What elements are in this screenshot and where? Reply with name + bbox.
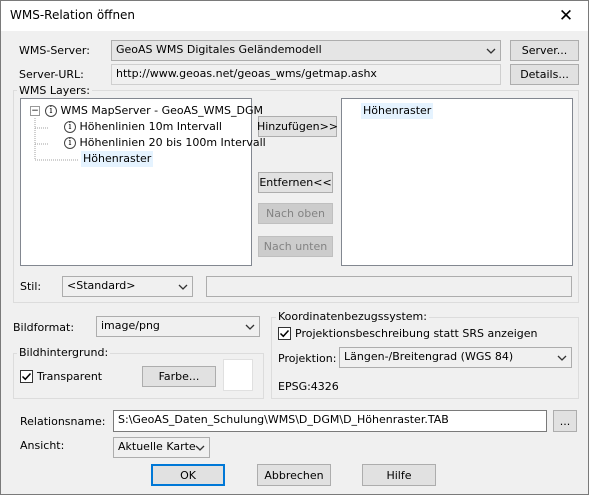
style-value: <Standard>: [67, 279, 136, 292]
color-swatch[interactable]: [223, 359, 253, 391]
collapse-icon[interactable]: −: [30, 106, 40, 116]
relation-name-label: Relationsname:: [20, 415, 106, 428]
tree-item-label: Höhenlinien 20 bis 100m Intervall: [79, 136, 266, 149]
tree-item-label: Höhenraster: [83, 152, 152, 165]
server-button[interactable]: Server...: [510, 40, 579, 61]
style-select[interactable]: <Standard>: [62, 276, 193, 297]
move-down-button[interactable]: Nach unten: [258, 236, 333, 257]
help-button[interactable]: Hilfe: [362, 464, 436, 486]
tree-item-selected[interactable]: Höhenraster: [81, 151, 154, 167]
view-value: Aktuelle Karte: [118, 440, 196, 453]
add-layer-button[interactable]: Hinzufügen>>: [257, 116, 338, 137]
info-icon: i: [45, 105, 57, 117]
projection-value: Längen-/Breitengrad (WGS 84): [344, 350, 514, 363]
wms-server-value: GeoAS WMS Digitales Geländemodell: [116, 43, 322, 56]
wms-layers-title: WMS Layers:: [17, 84, 92, 97]
layer-tree[interactable]: − i WMS MapServer - GeoAS_WMS_DGM i Höhe…: [20, 98, 266, 266]
crs-title: Koordinatenbezugssystem:: [276, 310, 429, 323]
selected-layers-list[interactable]: Höhenraster: [341, 98, 573, 266]
view-label: Ansicht:: [20, 439, 65, 452]
image-format-select[interactable]: image/png: [96, 316, 260, 337]
image-format-label: Bildformat:: [13, 321, 75, 334]
server-url-label: Server-URL:: [19, 68, 84, 81]
chevron-down-icon: [486, 48, 496, 54]
checkmark-icon: [21, 372, 32, 381]
info-icon: i: [64, 121, 76, 133]
projection-select[interactable]: Längen-/Breitengrad (WGS 84): [339, 347, 572, 368]
list-item-label: Höhenraster: [363, 104, 432, 117]
list-item[interactable]: Höhenraster: [361, 103, 434, 119]
tree-root[interactable]: i WMS MapServer - GeoAS_WMS_DGM: [45, 103, 263, 119]
view-select[interactable]: Aktuelle Karte: [113, 437, 210, 458]
tree-item-label: Höhenlinien 10m Intervall: [79, 120, 222, 133]
transparent-label: Transparent: [37, 370, 103, 383]
projection-description-label: Projektionsbeschreibung statt SRS anzeig…: [295, 327, 538, 340]
style-text-field[interactable]: [206, 276, 572, 297]
close-icon[interactable]: ✕: [544, 1, 588, 31]
wms-server-select[interactable]: GeoAS WMS Digitales Geländemodell: [111, 40, 501, 61]
window-title: WMS-Relation öffnen: [10, 8, 136, 22]
chevron-down-icon: [557, 355, 567, 361]
color-button[interactable]: Farbe...: [142, 366, 216, 387]
checkmark-icon: [279, 329, 290, 338]
cancel-button[interactable]: Abbrechen: [257, 464, 331, 486]
ok-button[interactable]: OK: [151, 464, 225, 486]
wms-server-label: WMS-Server:: [19, 44, 90, 57]
background-title: Bildhintergrund:: [17, 346, 111, 359]
epsg-code: EPSG:4326: [278, 380, 339, 393]
projection-label: Projektion:: [278, 352, 337, 365]
browse-button[interactable]: ...: [553, 410, 577, 432]
chevron-down-icon: [245, 324, 255, 330]
title-bar: WMS-Relation öffnen ✕: [1, 1, 588, 31]
tree-item[interactable]: i Höhenlinien 20 bis 100m Intervall: [64, 135, 266, 151]
tree-item[interactable]: i Höhenlinien 10m Intervall: [64, 119, 222, 135]
details-button[interactable]: Details...: [510, 64, 579, 85]
move-up-button[interactable]: Nach oben: [258, 203, 333, 224]
tree-root-label: WMS MapServer - GeoAS_WMS_DGM: [60, 104, 263, 117]
transparent-checkbox[interactable]: [20, 370, 33, 383]
relation-name-field[interactable]: S:\GeoAS_Daten_Schulung\WMS\D_DGM\D_Höhe…: [113, 410, 547, 432]
chevron-down-icon: [195, 445, 205, 451]
style-label: Stil:: [20, 280, 42, 293]
server-url-field[interactable]: http://www.geoas.net/geoas_wms/getmap.as…: [111, 64, 501, 85]
info-icon: i: [64, 137, 76, 149]
chevron-down-icon: [178, 284, 188, 290]
remove-layer-button[interactable]: Entfernen<<: [258, 172, 333, 193]
dialog-window: WMS-Relation öffnen ✕ WMS-Server: GeoAS …: [0, 0, 589, 495]
image-format-value: image/png: [101, 319, 160, 332]
projection-description-checkbox[interactable]: [278, 327, 291, 340]
